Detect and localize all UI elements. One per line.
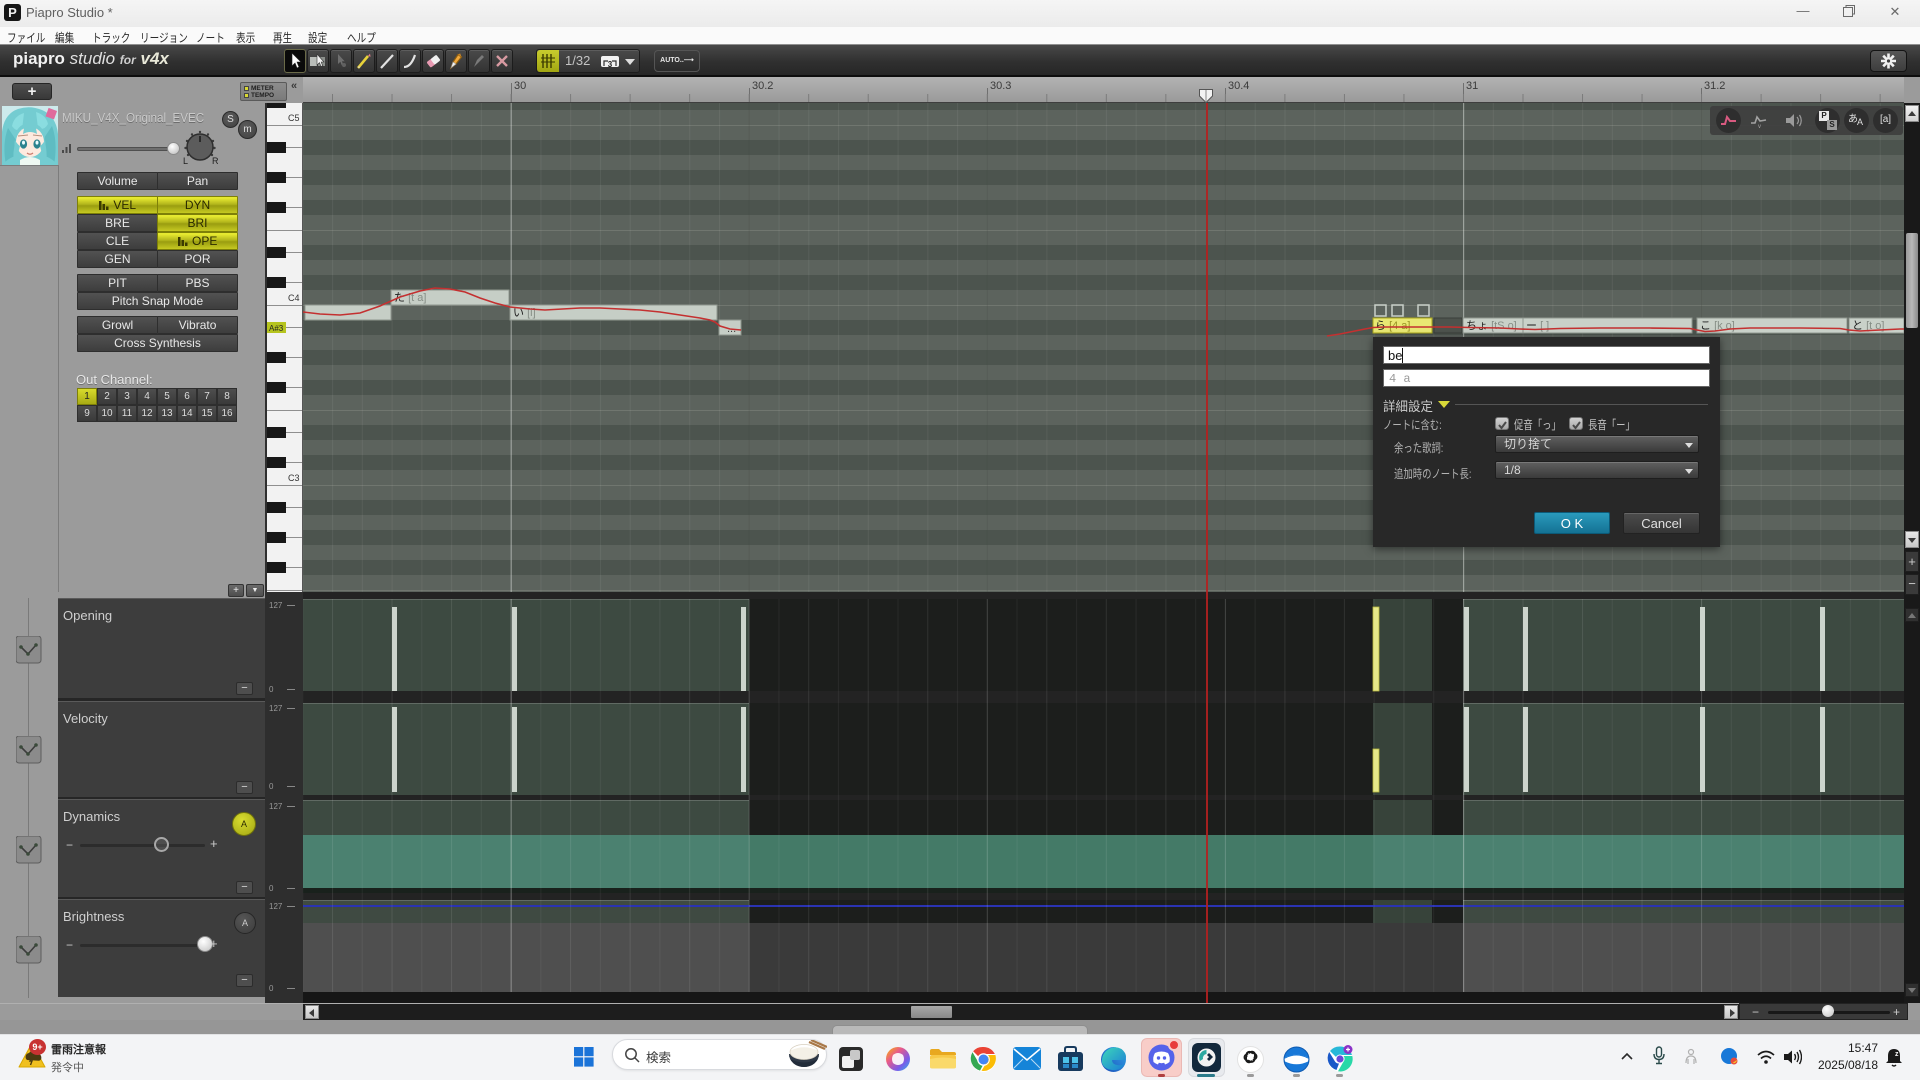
svg-text:C3: C3 <box>288 473 300 483</box>
svg-text:3: 3 <box>608 60 613 69</box>
svg-text:ー [ ]: ー [ ] <box>1526 320 1549 332</box>
svg-text:C4: C4 <box>288 293 300 303</box>
svg-text:v: v <box>1758 124 1761 130</box>
svg-text:R: R <box>212 156 218 166</box>
svg-text:C5: C5 <box>288 113 300 123</box>
svg-text:L: L <box>183 156 188 166</box>
svg-text:A#3: A#3 <box>269 324 284 333</box>
svg-text:P: P <box>8 5 17 20</box>
svg-text:z: z <box>1895 1051 1899 1058</box>
svg-text:ちょ [tS o]: ちょ [tS o] <box>1466 319 1517 332</box>
svg-text:ら [4 a]: ら [4 a] <box>1375 319 1410 332</box>
